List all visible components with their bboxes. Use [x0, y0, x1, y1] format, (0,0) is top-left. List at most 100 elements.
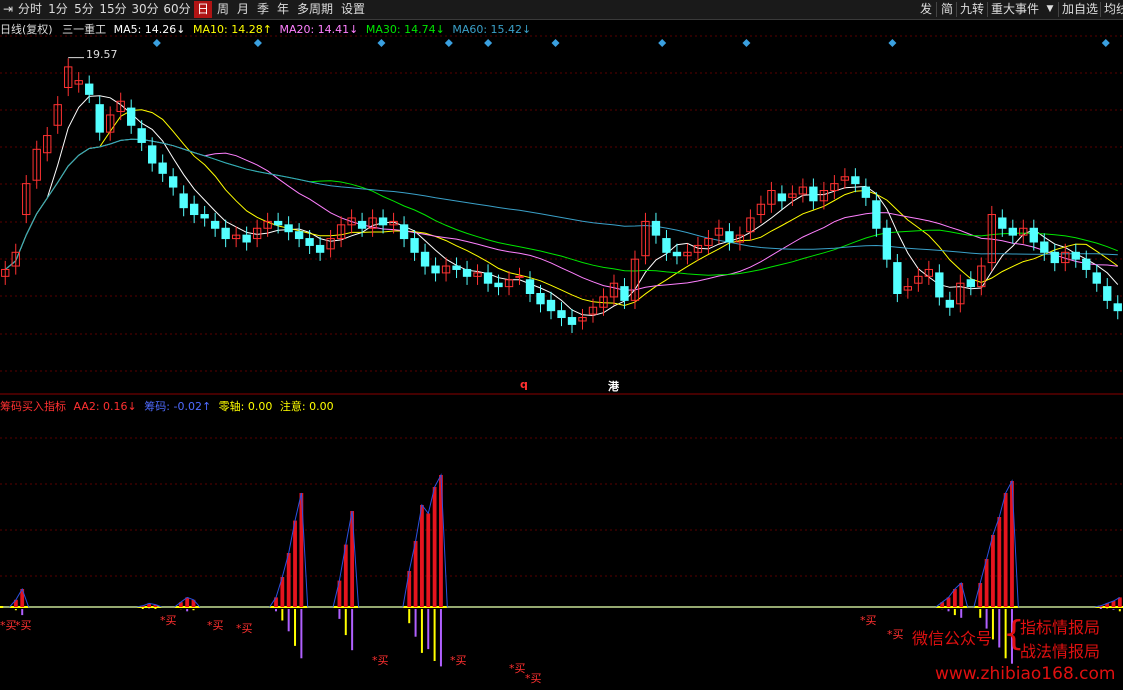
candle-body	[95, 104, 104, 133]
candle-body	[431, 265, 440, 274]
candle-body	[189, 203, 199, 216]
candle-body	[966, 279, 975, 288]
period-tab-9[interactable]: 季	[254, 1, 272, 18]
candle-body	[809, 186, 818, 202]
ma60-value: MA60: 15.42↓	[452, 23, 532, 36]
candle-body	[1103, 286, 1112, 301]
candle-body	[557, 310, 566, 319]
signal-diamond	[658, 39, 667, 47]
stock-name: 三一重工	[62, 23, 107, 36]
gang-label: 港	[608, 380, 619, 393]
candle-body	[462, 268, 472, 277]
signal-diamond	[1101, 39, 1110, 47]
q-label: q	[520, 378, 528, 391]
indicator-name: 筹码买入指标	[0, 400, 66, 413]
period-tab-6[interactable]: 日	[194, 1, 212, 18]
buy-signal-label: *买	[509, 662, 526, 675]
watermark-url: www.zhibiao168.com	[935, 664, 1116, 684]
candle-body	[168, 176, 178, 188]
ma-line-MA10	[4, 109, 1119, 307]
candle-body	[935, 272, 944, 298]
candle-body	[672, 251, 682, 257]
signal-diamond	[377, 39, 386, 47]
indicator-bar	[293, 520, 297, 607]
buy-signal-label: *买	[15, 619, 32, 632]
period-tab-0[interactable]: 分时	[16, 1, 44, 18]
candle-body	[882, 227, 892, 260]
pan-right-icon[interactable]: ⇥	[2, 1, 14, 18]
period-tab-5[interactable]: 60分	[162, 1, 192, 18]
toolbar-item-fa[interactable]: 发	[917, 1, 935, 18]
candle-body	[620, 286, 629, 301]
indicator-bar	[984, 559, 989, 607]
period-tab-10[interactable]: 年	[274, 1, 292, 18]
candle-body	[200, 214, 209, 219]
ma-settings-button[interactable]: 均线	[1102, 1, 1123, 18]
candle-body	[1113, 303, 1122, 312]
candle-body	[494, 282, 503, 288]
candle-body	[893, 262, 902, 295]
signal-diamond	[888, 39, 897, 47]
candle-body	[357, 220, 367, 229]
indicator-bar	[997, 517, 1002, 607]
ma-line-MA20	[4, 138, 1118, 291]
aa2-value: AA2: 0.16↓	[73, 400, 137, 413]
candle-body	[179, 193, 188, 209]
candle-body	[777, 193, 787, 202]
caret-down-icon[interactable]: ▼	[1043, 1, 1057, 18]
chart-canvas	[0, 35, 1123, 667]
add-watchlist-button[interactable]: 加自选	[1060, 1, 1100, 18]
candle-body	[284, 224, 293, 233]
candle-body	[1040, 241, 1049, 253]
candle-body	[525, 279, 535, 294]
candle-body	[221, 227, 230, 240]
moving-average-lines	[4, 95, 1119, 317]
candle-body	[546, 299, 556, 312]
candle-body	[515, 275, 524, 278]
candle-body	[725, 231, 734, 243]
indicator-bar	[1003, 493, 1008, 607]
period-tab-4[interactable]: 30分	[130, 1, 160, 18]
period-tab-2[interactable]: 5分	[72, 1, 96, 18]
signal-diamond	[152, 39, 161, 47]
buy-signal-label: *买	[160, 614, 177, 627]
signal-diamond	[551, 39, 560, 47]
signal-diamond	[253, 39, 262, 47]
period-tab-8[interactable]: 月	[234, 1, 252, 18]
candle-body	[410, 238, 419, 253]
buy-signal-label: *买	[525, 672, 542, 685]
indicator-bar	[952, 589, 957, 607]
indicator-bar	[286, 553, 291, 607]
aa2-line	[3, 473, 1121, 608]
period-tab-1[interactable]: 1分	[46, 1, 70, 18]
candle-body	[242, 234, 251, 243]
ma-line-MA5	[4, 95, 1119, 317]
indicator-bar	[413, 541, 418, 607]
ma-line-MA60	[4, 138, 1118, 270]
toolbar-item-major-events[interactable]: 重大事件	[989, 1, 1041, 18]
candle-body	[483, 272, 493, 284]
indicator-bar	[432, 487, 437, 607]
toolbar-item-jian[interactable]: 简	[938, 1, 956, 18]
candle-body	[1029, 227, 1038, 243]
candle-body	[305, 238, 314, 246]
candle-body	[210, 220, 220, 229]
buy-signal-label: *买	[236, 622, 253, 635]
buy-signal-label: *买	[450, 654, 467, 667]
candle-body	[378, 217, 388, 226]
buy-signal-label: *买	[860, 614, 877, 627]
period-tab-11[interactable]: 多周期	[294, 1, 336, 18]
toolbar-item-jiuzhuan[interactable]: 九转	[958, 1, 986, 18]
candle-body	[651, 220, 661, 236]
buy-signal-label: *买	[887, 628, 904, 641]
buy-signal-label: *买	[207, 619, 224, 632]
period-tab-12[interactable]: 设置	[338, 1, 368, 18]
chouma-value: 筹码: -0.02↑	[144, 400, 212, 413]
ma10-value: MA10: 14.28↑	[193, 23, 272, 36]
watermark-wechat: 微信公众号	[912, 629, 993, 648]
candle-body	[148, 145, 157, 164]
candle-body	[127, 107, 136, 126]
period-tab-3[interactable]: 15分	[98, 1, 128, 18]
period-tab-7[interactable]: 周	[214, 1, 232, 18]
candle-body	[399, 224, 409, 240]
